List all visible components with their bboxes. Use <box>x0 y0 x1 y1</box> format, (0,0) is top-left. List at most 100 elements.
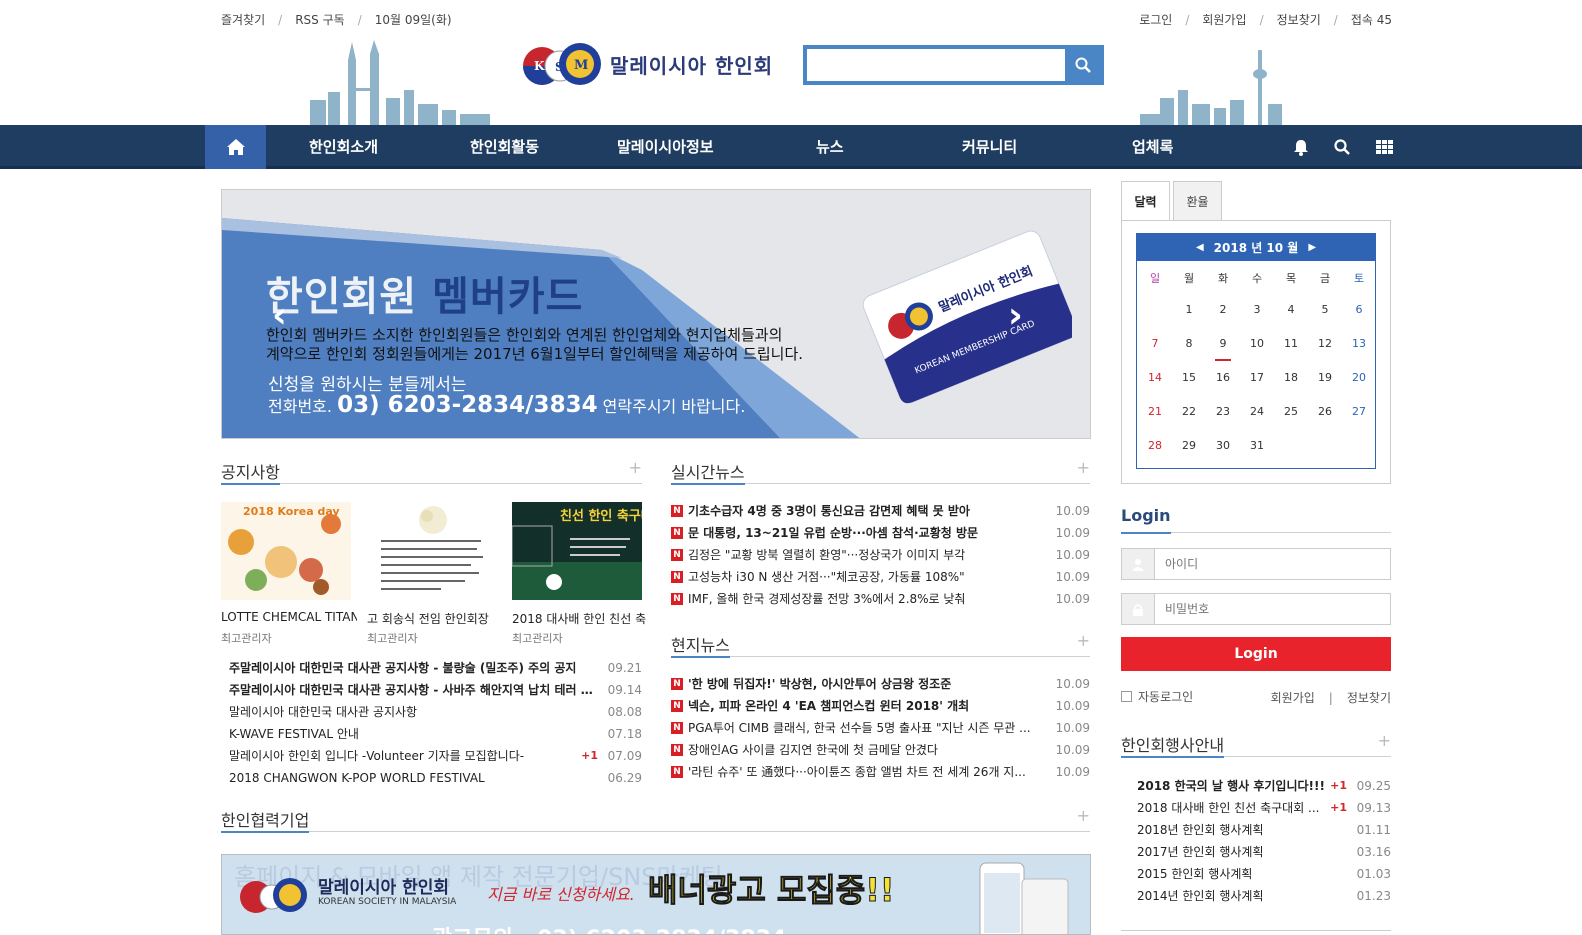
login-link[interactable]: 로그인 <box>1139 11 1172 28</box>
nav-item-activities[interactable]: 한인회활동 <box>470 125 539 169</box>
calendar-day[interactable]: 23 <box>1206 395 1240 429</box>
calendar-day[interactable]: 15 <box>1172 361 1206 395</box>
list-item[interactable]: 말레이시아 대한민국 대사관 공지사항 08.08 <box>229 701 642 723</box>
search-button[interactable] <box>1065 49 1100 81</box>
calendar-day[interactable]: 26 <box>1308 395 1342 429</box>
list-item[interactable]: N 김정은 "교황 방북 열렬히 환영"···정상국가 이미지 부각 10.09 <box>671 544 1090 566</box>
local-news-more-icon[interactable]: + <box>1077 631 1090 650</box>
notification-button[interactable] <box>1291 137 1311 157</box>
calendar-day[interactable]: 6 <box>1342 293 1376 327</box>
list-item[interactable]: 2015 한인회 행사계획 01.03 <box>1137 863 1391 885</box>
tab-exchange-rate[interactable]: 환율 <box>1173 181 1222 221</box>
list-item[interactable]: 2018 대사배 한인 친선 축구대회 ... +1 09.13 <box>1137 797 1391 819</box>
nav-item-community[interactable]: 커뮤니티 <box>962 125 1017 169</box>
calendar-day[interactable]: 18 <box>1274 361 1308 395</box>
calendar-day[interactable]: 5 <box>1308 293 1342 327</box>
list-item[interactable]: 주말레이시아 대한민국 대사관 공지사항 - 불량술 (밀조주) 주의 공지 09… <box>229 657 642 679</box>
list-item[interactable]: N PGA투어 CIMB 클래식, 한국 선수들 5명 출사표 "지난 시즌 무관… <box>671 717 1090 739</box>
partners-more-icon[interactable]: + <box>1077 806 1090 825</box>
next-month-icon[interactable]: ▶ <box>1308 242 1316 253</box>
realtime-news-title[interactable]: 실시간뉴스 <box>671 459 745 485</box>
auto-login-checkbox[interactable] <box>1121 691 1132 702</box>
calendar-day[interactable]: 25 <box>1274 395 1308 429</box>
list-item[interactable]: 2017년 한인회 행사계획 03.16 <box>1137 841 1391 863</box>
list-item[interactable]: N '한 방에 뒤집자!' 박상현, 아시안투어 상금왕 정조준 10.09 <box>671 673 1090 695</box>
notice-more-icon[interactable]: + <box>629 458 642 477</box>
events-more-icon[interactable]: + <box>1378 731 1391 750</box>
calendar-day[interactable]: 31 <box>1240 429 1274 463</box>
find-info-link[interactable]: 정보찾기 <box>1347 691 1391 705</box>
calendar-day[interactable]: 8 <box>1172 327 1206 361</box>
calendar-day[interactable]: 22 <box>1172 395 1206 429</box>
user-id-input[interactable] <box>1155 549 1390 579</box>
find-info-link[interactable]: 정보찾기 <box>1277 11 1321 28</box>
notice-thumb-3[interactable]: 친선 한인 축구대회 <box>512 502 642 600</box>
calendar-day[interactable]: 9 <box>1206 327 1240 361</box>
notice-thumb-1-title[interactable]: LOTTE CHEMCAL TITAN <box>221 610 357 624</box>
tab-calendar[interactable]: 달력 <box>1121 181 1170 221</box>
home-button[interactable] <box>205 125 266 169</box>
nav-item-about[interactable]: 한인회소개 <box>309 125 378 169</box>
nav-item-directory[interactable]: 업체록 <box>1132 125 1173 169</box>
slider-prev-arrow-icon[interactable]: ‹ <box>272 295 287 336</box>
prev-month-icon[interactable]: ◀ <box>1196 242 1204 253</box>
calendar-day[interactable]: 16 <box>1206 361 1240 395</box>
calendar-day[interactable]: 17 <box>1240 361 1274 395</box>
calendar-day[interactable]: 21 <box>1138 395 1172 429</box>
local-news-title[interactable]: 현지뉴스 <box>671 632 730 658</box>
calendar-day[interactable]: 12 <box>1308 327 1342 361</box>
slider-next-arrow-icon[interactable]: › <box>1008 295 1023 336</box>
all-menu-button[interactable] <box>1374 137 1394 157</box>
notice-title[interactable]: 공지사항 <box>221 459 280 485</box>
calendar-day[interactable]: 19 <box>1308 361 1342 395</box>
calendar-day[interactable]: 14 <box>1138 361 1172 395</box>
calendar-day[interactable]: 7 <box>1138 327 1172 361</box>
list-item[interactable]: N 문 대통령, 13~21일 유럽 순방···아셈 참석·교황청 방문 10.09 <box>671 522 1090 544</box>
calendar-day[interactable]: 3 <box>1240 293 1274 327</box>
list-item[interactable]: N 기초수급자 4명 중 3명이 통신요금 감면제 혜택 못 받아 10.09 <box>671 500 1090 522</box>
list-item[interactable]: N 넥슨, 피파 온라인 4 'EA 챔피언스컵 윈터 2018' 개최 10.09 <box>671 695 1090 717</box>
notice-thumb-2[interactable] <box>367 502 497 600</box>
partners-title[interactable]: 한인협력기업 <box>221 807 310 833</box>
list-item[interactable]: N 고성능차 i30 N 생산 거점···"체코공장, 가동률 108%" 10.0… <box>671 566 1090 588</box>
notice-thumb-2-title[interactable]: 고 회송식 전임 한인회장 <box>367 610 503 627</box>
notice-thumb-3-title[interactable]: 2018 대사배 한인 친선 축 <box>512 610 648 627</box>
password-input[interactable] <box>1155 594 1390 624</box>
nav-search-button[interactable] <box>1332 137 1352 157</box>
calendar-day[interactable]: 2 <box>1206 293 1240 327</box>
nav-item-malaysia-info[interactable]: 말레이시아정보 <box>617 125 714 169</box>
join-link[interactable]: 회원가입 <box>1271 691 1315 705</box>
calendar-day[interactable]: 28 <box>1138 429 1172 463</box>
bookmark-link[interactable]: 즐겨찾기 <box>221 11 265 28</box>
login-button[interactable]: Login <box>1121 637 1391 671</box>
calendar-day[interactable]: 24 <box>1240 395 1274 429</box>
calendar-day[interactable]: 27 <box>1342 395 1376 429</box>
calendar-day[interactable]: 30 <box>1206 429 1240 463</box>
calendar-day[interactable]: 4 <box>1274 293 1308 327</box>
list-item[interactable]: N '라틴 슈주' 또 通했다···아이튠즈 종합 앨범 차트 전 세계 26개 … <box>671 761 1090 783</box>
ad-recruit-banner[interactable]: 홈페이지 & 모바일 앱 제작 전문기업/SNS마케팅 말레이시아 한인회 KO… <box>221 854 1091 935</box>
auto-login[interactable]: 자동로그인 <box>1121 688 1193 705</box>
list-item[interactable]: 주말레이시아 대한민국 대사관 공지사항 - 사바주 해안지역 납치 테러 ..… <box>229 679 642 701</box>
calendar-day[interactable]: 20 <box>1342 361 1376 395</box>
list-item[interactable]: 2018 한국의 날 행사 후기입니다!!! +1 09.25 <box>1137 775 1391 797</box>
events-title[interactable]: 한인회행사안내 <box>1121 732 1225 758</box>
site-logo[interactable]: K S M 말레이시아 한인회 <box>522 38 773 90</box>
list-item[interactable]: 말레이시아 한인회 입니다 -Volunteer 기자를 모집합니다- +1 07.… <box>229 745 642 767</box>
search-input[interactable] <box>807 49 1065 81</box>
calendar-day[interactable]: 1 <box>1172 293 1206 327</box>
list-item[interactable]: 2014년 한인회 행사계획 01.23 <box>1137 885 1391 907</box>
join-link[interactable]: 회원가입 <box>1202 11 1246 28</box>
calendar-day[interactable]: 13 <box>1342 327 1376 361</box>
main-banner-slider[interactable]: 말레이시아 한인회 KOREAN MEMBERSHIP CARD 한인회원 멤버… <box>221 189 1091 439</box>
list-item[interactable]: N 장애인AG 사이클 김지연 한국에 첫 금메달 안겼다 10.09 <box>671 739 1090 761</box>
list-item[interactable]: K-WAVE FESTIVAL 안내 07.18 <box>229 723 642 745</box>
calendar-day[interactable]: 11 <box>1274 327 1308 361</box>
list-item[interactable]: 2018 CHANGWON K-POP WORLD FESTIVAL 06.29 <box>229 767 642 789</box>
calendar-day[interactable]: 29 <box>1172 429 1206 463</box>
list-item[interactable]: 2018년 한인회 행사계획 01.11 <box>1137 819 1391 841</box>
notice-thumb-1[interactable]: 2018 Korea day <box>221 502 351 600</box>
list-item[interactable]: N IMF, 올해 한국 경제성장률 전망 3%에서 2.8%로 낮춰 10.09 <box>671 588 1090 610</box>
rss-link[interactable]: RSS 구독 <box>295 11 344 28</box>
calendar-day[interactable]: 10 <box>1240 327 1274 361</box>
